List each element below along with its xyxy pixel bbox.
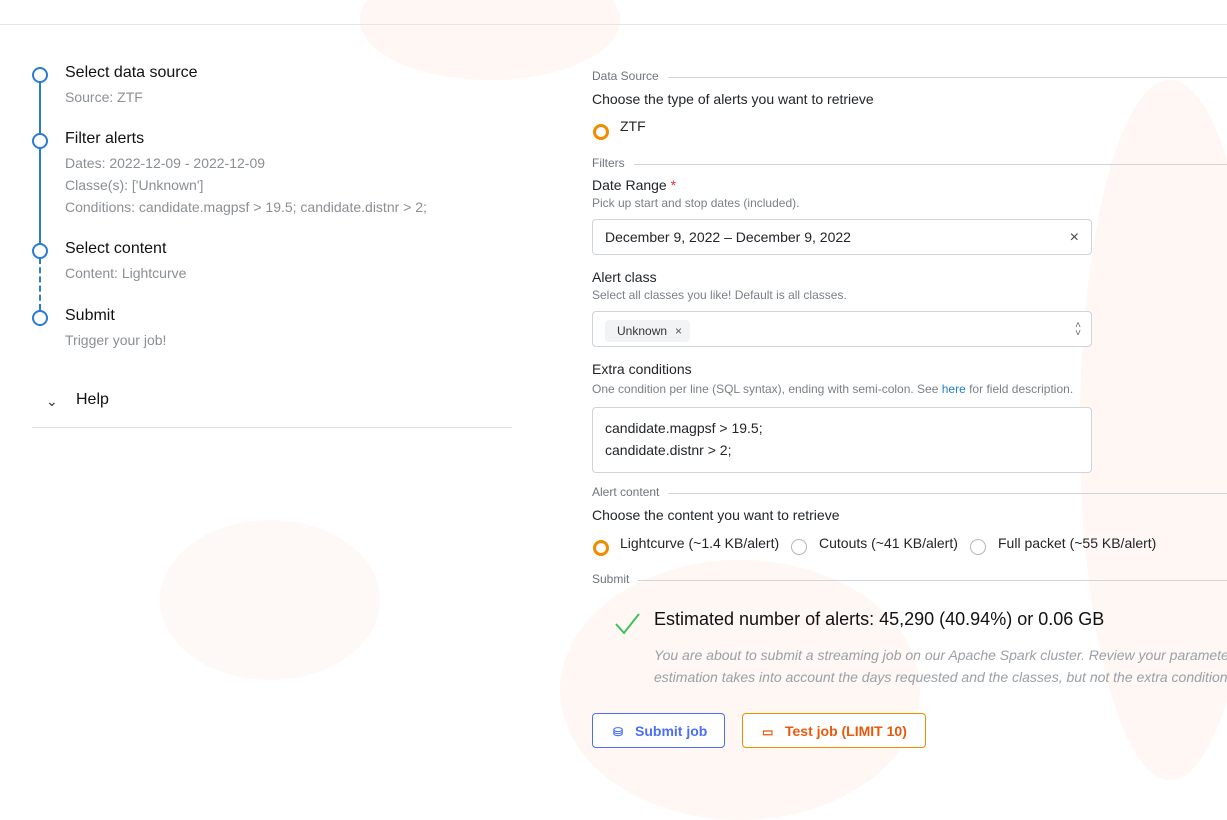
step-description: Content: Lightcurve	[65, 265, 187, 281]
chevron-down-icon: ⌄	[46, 393, 58, 409]
step-icon	[32, 310, 48, 326]
radio-cutouts[interactable]	[791, 539, 807, 555]
job-form: Data Source Choose the type of alerts yo…	[592, 0, 1227, 777]
step-title: Filter alerts	[65, 130, 145, 147]
radio-ztf[interactable]	[593, 124, 609, 140]
step-title: Select data source	[65, 64, 198, 81]
radio-label: Full packet (~55 KB/alert)	[998, 535, 1157, 551]
divider	[638, 580, 1227, 581]
step-icon	[32, 243, 48, 259]
step-title: Select content	[65, 240, 167, 257]
radio-label: Cutouts (~41 KB/alert)	[819, 535, 958, 551]
textarea-line: candidate.magpsf > 19.5;	[605, 420, 763, 436]
step-connector	[39, 148, 41, 258]
section-legend: Filters	[592, 156, 625, 170]
step-title: Submit	[65, 307, 115, 324]
label-text: Date Range	[592, 177, 667, 193]
divider	[668, 77, 1227, 78]
extra-conditions-hint: One condition per line (SQL syntax), end…	[592, 382, 1073, 396]
radio-label: ZTF	[620, 118, 646, 134]
date-range-input[interactable]: December 9, 2022 – December 9, 2022 ×	[592, 219, 1092, 255]
submit-job-button[interactable]: ⛁ Submit job	[592, 713, 725, 748]
step-description: Dates: 2022-12-09 - 2022-12-09	[65, 155, 266, 171]
step-description: Source: ZTF	[65, 89, 143, 105]
help-accordion[interactable]: ⌄ Help	[32, 388, 512, 428]
class-pill: Unknown ×	[605, 320, 691, 342]
date-range-hint: Pick up start and stop dates (included).	[592, 196, 800, 210]
date-range-label: Date Range *	[592, 177, 676, 193]
required-mark: *	[670, 177, 677, 193]
extra-conditions-textarea[interactable]: candidate.magpsf > 19.5; candidate.distn…	[592, 407, 1092, 473]
chevron-updown-icon[interactable]: ˄ ˅	[1075, 321, 1081, 339]
background-decoration	[160, 520, 380, 680]
divider	[668, 493, 1227, 494]
alert-class-select[interactable]: Unknown × ˄ ˅	[592, 311, 1092, 347]
radio-lightcurve[interactable]	[593, 540, 609, 556]
button-label: Submit job	[635, 723, 708, 739]
check-icon	[615, 613, 640, 635]
step-description: Classe(s): ['Unknown']	[65, 177, 204, 193]
section-legend: Alert content	[592, 485, 660, 499]
help-label: Help	[76, 391, 109, 408]
job-icon: ⛁	[613, 725, 624, 739]
close-icon[interactable]: ×	[1070, 229, 1079, 247]
date-range-value: December 9, 2022 – December 9, 2022	[605, 229, 851, 245]
hint-text: for field description.	[965, 382, 1074, 396]
radio-full-packet[interactable]	[970, 539, 986, 555]
section-legend: Submit	[592, 572, 630, 586]
section-legend: Data Source	[592, 69, 659, 83]
pill-label: Unknown	[617, 324, 668, 338]
step-connector	[39, 82, 41, 138]
alert-class-label: Alert class	[592, 269, 657, 285]
remove-pill-icon[interactable]: ×	[675, 324, 682, 338]
step-icon	[32, 133, 48, 149]
section-label: Choose the type of alerts you want to re…	[592, 91, 874, 107]
estimate-text: Estimated number of alerts: 45,290 (40.9…	[654, 609, 1105, 629]
test-job-button[interactable]: ▭ Test job (LIMIT 10)	[742, 713, 926, 748]
step-description: Conditions: candidate.magpsf > 19.5; can…	[65, 199, 427, 215]
section-label: Choose the content you want to retrieve	[592, 507, 840, 523]
radio-label: Lightcurve (~1.4 KB/alert)	[620, 535, 780, 551]
hint-text: One condition per line (SQL syntax), end…	[592, 382, 942, 396]
extra-conditions-label: Extra conditions	[592, 361, 692, 377]
field-description-link[interactable]: here	[942, 382, 966, 396]
alert-class-hint: Select all classes you like! Default is …	[592, 288, 847, 302]
submit-note: You are about to submit a streaming job …	[654, 647, 1227, 663]
step-description: Trigger your job!	[65, 332, 167, 348]
step-connector-dashed	[39, 258, 41, 310]
submit-note: estimation takes into account the days r…	[654, 669, 1227, 685]
divider	[634, 164, 1227, 165]
tag-icon: ▭	[762, 725, 774, 739]
textarea-line: candidate.distnr > 2;	[605, 442, 732, 458]
button-label: Test job (LIMIT 10)	[785, 723, 907, 739]
step-icon	[32, 67, 48, 83]
